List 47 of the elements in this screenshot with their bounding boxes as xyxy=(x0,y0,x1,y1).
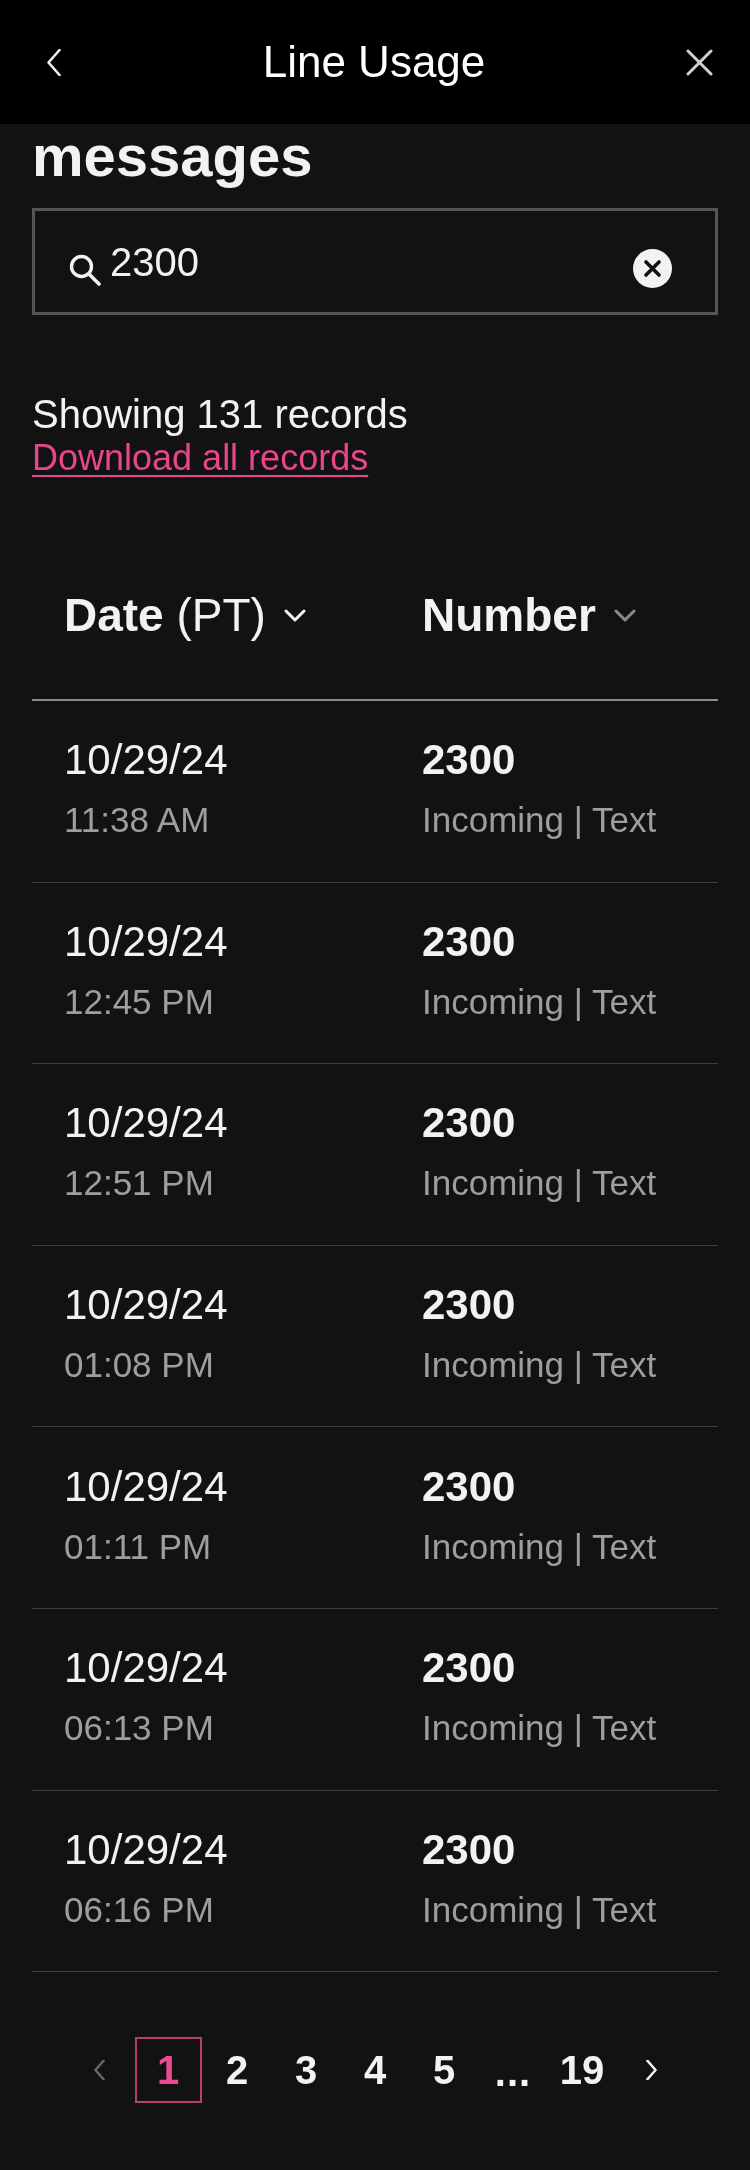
date-text: 10/29/24 xyxy=(64,1643,228,1694)
message-type: Incoming | Text xyxy=(422,980,657,1023)
message-type: Incoming | Text xyxy=(422,1162,657,1205)
header-title: Line Usage xyxy=(262,36,486,88)
message-type: Incoming | Text xyxy=(422,1525,657,1568)
column-header[interactable]: Date (PT) xyxy=(64,587,306,643)
date-text: 10/29/24 xyxy=(64,1824,228,1875)
page-heading: messages xyxy=(31,124,314,188)
phone-number: 2300 xyxy=(422,1280,516,1331)
back-icon xyxy=(46,48,62,76)
message-type: Incoming | Text xyxy=(422,799,657,842)
message-type: Incoming | Text xyxy=(422,1888,657,1931)
message-type: Incoming | Text xyxy=(422,1707,657,1750)
phone-number: 2300 xyxy=(422,1461,516,1512)
time-text: 06:16 PM xyxy=(64,1888,214,1931)
clear-button[interactable] xyxy=(633,249,672,288)
download-link[interactable]: Download all records xyxy=(32,437,369,478)
phone-number: 2300 xyxy=(422,1824,516,1875)
date-text: 10/29/24 xyxy=(64,916,228,967)
date-text: 10/29/24 xyxy=(64,1461,228,1512)
column-header[interactable]: Number xyxy=(422,587,636,643)
close-icon xyxy=(686,48,713,76)
time-text: 01:11 PM xyxy=(64,1525,212,1568)
page-button[interactable]: 2 xyxy=(203,2037,271,2104)
date-text: 10/29/24 xyxy=(64,1098,228,1149)
phone-number: 2300 xyxy=(422,735,516,786)
message-type: Incoming | Text xyxy=(422,1344,657,1387)
record-count: Showing 131 records xyxy=(31,392,409,436)
search-icon xyxy=(69,253,102,286)
time-text: 11:38 AM xyxy=(64,799,210,842)
clear-icon xyxy=(633,249,672,288)
time-text: 12:51 PM xyxy=(64,1162,214,1205)
time-text: 12:45 PM xyxy=(64,980,214,1023)
phone-number: 2300 xyxy=(422,1643,516,1694)
date-text: 10/29/24 xyxy=(64,1280,228,1331)
time-text: 06:13 PM xyxy=(64,1707,214,1750)
date-text: 10/29/24 xyxy=(64,735,228,786)
phone-number: 2300 xyxy=(422,1098,516,1149)
page-button[interactable]: 5 xyxy=(410,2037,478,2104)
page-button[interactable]: 19 xyxy=(548,2037,616,2104)
page-button[interactable]: 1 xyxy=(134,2037,202,2104)
time-text: 01:08 PM xyxy=(64,1344,214,1387)
ellipsis-text: ... xyxy=(494,2049,532,2093)
search-field[interactable]: 2300 xyxy=(32,208,718,315)
page-button[interactable]: 3 xyxy=(272,2037,340,2104)
page-button[interactable]: 4 xyxy=(341,2037,409,2104)
phone-number: 2300 xyxy=(422,916,516,967)
